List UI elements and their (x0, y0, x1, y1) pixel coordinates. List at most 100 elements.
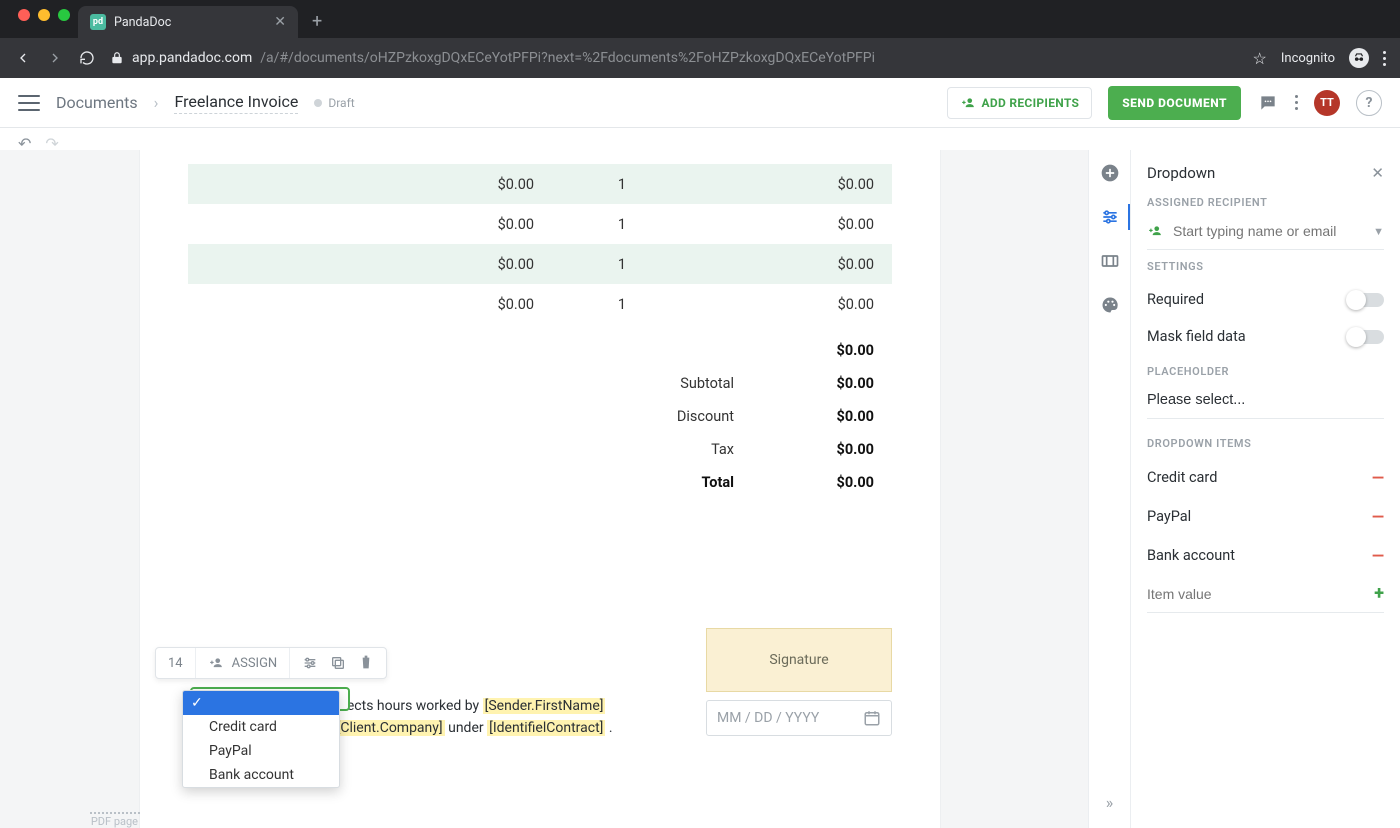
assign-label: ASSIGN (232, 656, 278, 671)
token-contract[interactable]: [IdentifielContract] (487, 720, 605, 736)
document-canvas[interactable]: $0.001$0.00 $0.001$0.00 $0.001$0.00 $0.0… (0, 150, 1088, 828)
new-item-input[interactable] (1147, 586, 1374, 602)
token-client-company[interactable]: [Client.Company] (335, 720, 445, 736)
incognito-label: Incognito (1281, 51, 1335, 66)
cell-total: $0.00 (692, 244, 892, 284)
lock-icon (110, 51, 124, 65)
add-item-icon[interactable]: + (1374, 583, 1384, 604)
assign-button[interactable]: ASSIGN (196, 648, 291, 678)
add-block-icon[interactable] (1099, 162, 1121, 184)
chevron-down-icon[interactable]: ▼ (1373, 225, 1384, 238)
breadcrumb-root[interactable]: Documents (56, 93, 138, 112)
cell-price: $0.00 (372, 204, 552, 244)
dropdown-option[interactable]: PayPal (183, 739, 339, 763)
add-recipients-button[interactable]: ADD RECIPIENTS (947, 87, 1093, 119)
mask-label: Mask field data (1147, 328, 1246, 345)
window-controls (10, 0, 78, 38)
date-field[interactable]: MM / DD / YYYY (706, 700, 892, 736)
more-menu-icon[interactable] (1295, 95, 1298, 110)
redo-icon: ↷ (45, 134, 58, 150)
duplicate-icon[interactable] (330, 655, 346, 671)
settings-sliders-icon[interactable] (302, 655, 318, 671)
remove-item-icon[interactable]: — (1372, 507, 1384, 526)
table-row[interactable]: $0.001$0.00 (188, 164, 892, 204)
dropdown-option[interactable]: Credit card (183, 715, 339, 739)
dropdown-items-label: DROPDOWN ITEMS (1147, 437, 1384, 450)
address-bar: app.pandadoc.com/a/#/documents/oHZPzkoxg… (0, 38, 1400, 78)
signature-label: Signature (769, 652, 828, 668)
token-sender-first[interactable]: [Sender.FirstName] (483, 698, 606, 714)
cell-qty: 1 (552, 284, 692, 324)
undo-redo-bar: ↶ ↷ (0, 128, 1400, 150)
discount-label: Discount (624, 408, 734, 425)
undo-icon[interactable]: ↶ (18, 134, 31, 150)
send-document-button[interactable]: SEND DOCUMENT (1108, 86, 1241, 120)
menu-icon[interactable] (18, 95, 40, 111)
trash-icon[interactable] (358, 655, 374, 671)
maximize-window-icon[interactable] (58, 9, 70, 21)
remove-item-icon[interactable]: — (1372, 546, 1384, 565)
subtotal-value: $0.00 (794, 375, 874, 392)
cell-qty: 1 (552, 164, 692, 204)
url-display[interactable]: app.pandadoc.com/a/#/documents/oHZPzkoxg… (110, 50, 875, 66)
avatar[interactable]: TT (1314, 90, 1340, 116)
page-break-label: PDF page break (90, 815, 138, 828)
breadcrumb-sep-icon: › (154, 93, 159, 112)
field-properties-icon[interactable] (1099, 206, 1121, 228)
tab-strip: pd PandaDoc ✕ + (0, 0, 1400, 38)
tax-value: $0.00 (794, 441, 874, 458)
subtotal-label: Subtotal (624, 375, 734, 392)
browser-chrome: pd PandaDoc ✕ + app.pandadoc.com/a/#/doc… (0, 0, 1400, 78)
add-person-icon (208, 655, 224, 671)
add-person-icon (960, 96, 976, 110)
forward-icon[interactable] (46, 49, 64, 67)
browser-tab[interactable]: pd PandaDoc ✕ (78, 6, 298, 38)
total-value: $0.00 (794, 474, 874, 491)
signature-field[interactable]: Signature (706, 628, 892, 692)
table-row[interactable]: $0.001$0.00 (188, 244, 892, 284)
dropdown-item-row: Credit card — (1147, 458, 1384, 497)
new-tab-button[interactable]: + (298, 11, 332, 38)
document-title[interactable]: Freelance Invoice (174, 92, 298, 114)
add-person-icon (1147, 224, 1163, 238)
bookmark-icon[interactable]: ☆ (1253, 49, 1267, 68)
required-toggle-row: Required (1147, 281, 1384, 318)
text: PDF page (90, 815, 138, 828)
panel-title: Dropdown (1147, 164, 1215, 182)
tab-close-icon[interactable]: ✕ (274, 14, 286, 30)
recipient-input[interactable] (1173, 223, 1363, 239)
reload-icon[interactable] (78, 49, 96, 67)
back-icon[interactable] (14, 49, 32, 67)
cell-qty: 1 (552, 204, 692, 244)
recipient-input-row[interactable]: ▼ (1147, 217, 1384, 250)
comments-icon[interactable] (1257, 92, 1279, 114)
close-window-icon[interactable] (18, 9, 30, 21)
url-host: app.pandadoc.com (132, 50, 252, 66)
status-text: Draft (328, 96, 354, 110)
cell-price: $0.00 (372, 244, 552, 284)
dropdown-option[interactable]: Bank account (183, 763, 339, 787)
table-row[interactable]: $0.001$0.00 (188, 284, 892, 324)
cell-price: $0.00 (372, 284, 552, 324)
remove-item-icon[interactable]: — (1372, 468, 1384, 487)
font-size-display[interactable]: 14 (156, 648, 196, 678)
variables-icon[interactable] (1099, 250, 1121, 272)
dropdown-item-row: Bank account— (1147, 536, 1384, 575)
right-icon-rail: » (1088, 150, 1130, 828)
collapse-panel-icon[interactable]: » (1106, 793, 1114, 828)
table-row[interactable]: $0.001$0.00 (188, 204, 892, 244)
dropdown-item-label: Credit card (1147, 469, 1217, 486)
cell-total: $0.00 (692, 204, 892, 244)
document-status: Draft (314, 96, 354, 110)
close-panel-icon[interactable]: ✕ (1371, 164, 1384, 182)
cell-price: $0.00 (372, 164, 552, 204)
settings-label: SETTINGS (1147, 260, 1384, 273)
dropdown-option-blank[interactable] (183, 691, 339, 715)
placeholder-input[interactable] (1147, 386, 1384, 419)
mask-toggle[interactable] (1348, 330, 1384, 344)
required-toggle[interactable] (1348, 293, 1384, 307)
minimize-window-icon[interactable] (38, 9, 50, 21)
browser-menu-icon[interactable] (1383, 51, 1386, 66)
help-icon[interactable]: ? (1356, 90, 1382, 116)
design-icon[interactable] (1099, 294, 1121, 316)
